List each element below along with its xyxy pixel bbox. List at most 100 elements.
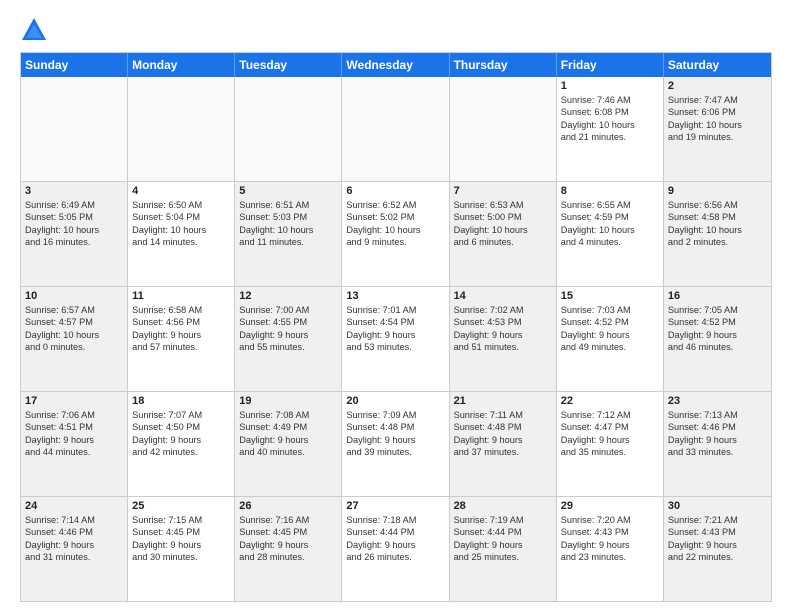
calendar-cell-1-5: 8 Sunrise: 6:55 AM Sunset: 4:59 PM Daylig… — [557, 182, 664, 286]
calendar-cell-2-3: 13 Sunrise: 7:01 AM Sunset: 4:54 PM Dayli… — [342, 287, 449, 391]
calendar-row-4: 24Sunrise: 7:14 AM Sunset: 4:46 PM Dayli… — [21, 496, 771, 601]
day-number: 30 — [668, 500, 767, 512]
cell-text: Sunrise: 7:02 AM Sunset: 4:53 PM Dayligh… — [454, 304, 552, 354]
cell-text: Sunrise: 7:03 AM Sunset: 4:52 PM Dayligh… — [561, 304, 659, 354]
logo — [20, 16, 52, 44]
weekday-header-sunday: Sunday — [21, 53, 128, 77]
cell-text: Sunrise: 7:09 AM Sunset: 4:48 PM Dayligh… — [346, 409, 444, 459]
calendar-header: SundayMondayTuesdayWednesdayThursdayFrid… — [21, 53, 771, 77]
calendar-cell-4-5: 29 Sunrise: 7:20 AM Sunset: 4:43 PM Dayli… — [557, 497, 664, 601]
day-number: 7 — [454, 185, 552, 197]
calendar-row-3: 17 Sunrise: 7:06 AM Sunset: 4:51 PM Dayli… — [21, 391, 771, 496]
calendar-body: 1 Sunrise: 7:46 AM Sunset: 6:08 PM Daylig… — [21, 77, 771, 601]
calendar-cell-0-4 — [450, 77, 557, 181]
calendar: SundayMondayTuesdayWednesdayThursdayFrid… — [20, 52, 772, 602]
cell-text: Sunrise: 7:05 AM Sunset: 4:52 PM Dayligh… — [668, 304, 767, 354]
day-number: 12 — [239, 290, 337, 302]
day-number: 16 — [668, 290, 767, 302]
day-number: 6 — [346, 185, 444, 197]
calendar-cell-1-2: 5 Sunrise: 6:51 AM Sunset: 5:03 PM Daylig… — [235, 182, 342, 286]
calendar-cell-2-0: 10 Sunrise: 6:57 AM Sunset: 4:57 PM Dayli… — [21, 287, 128, 391]
cell-text: Sunrise: 7:12 AM Sunset: 4:47 PM Dayligh… — [561, 409, 659, 459]
day-number: 13 — [346, 290, 444, 302]
cell-text: Sunrise: 7:21 AM Sunset: 4:43 PM Dayligh… — [668, 514, 767, 564]
cell-text: Sunrise: 6:52 AM Sunset: 5:02 PM Dayligh… — [346, 199, 444, 249]
day-number: 10 — [25, 290, 123, 302]
calendar-cell-3-3: 20 Sunrise: 7:09 AM Sunset: 4:48 PM Dayli… — [342, 392, 449, 496]
calendar-cell-3-2: 19Sunrise: 7:08 AM Sunset: 4:49 PM Dayli… — [235, 392, 342, 496]
calendar-cell-4-3: 27 Sunrise: 7:18 AM Sunset: 4:44 PM Dayli… — [342, 497, 449, 601]
day-number: 8 — [561, 185, 659, 197]
day-number: 17 — [25, 395, 123, 407]
calendar-cell-3-0: 17 Sunrise: 7:06 AM Sunset: 4:51 PM Dayli… — [21, 392, 128, 496]
calendar-cell-1-6: 9 Sunrise: 6:56 AM Sunset: 4:58 PM Daylig… — [664, 182, 771, 286]
day-number: 2 — [668, 80, 767, 92]
calendar-cell-0-0 — [21, 77, 128, 181]
weekday-header-thursday: Thursday — [450, 53, 557, 77]
calendar-cell-0-6: 2 Sunrise: 7:47 AM Sunset: 6:06 PM Daylig… — [664, 77, 771, 181]
calendar-row-1: 3 Sunrise: 6:49 AM Sunset: 5:05 PM Daylig… — [21, 181, 771, 286]
cell-text: Sunrise: 7:46 AM Sunset: 6:08 PM Dayligh… — [561, 94, 659, 144]
weekday-header-tuesday: Tuesday — [235, 53, 342, 77]
cell-text: Sunrise: 7:08 AM Sunset: 4:49 PM Dayligh… — [239, 409, 337, 459]
cell-text: Sunrise: 6:58 AM Sunset: 4:56 PM Dayligh… — [132, 304, 230, 354]
calendar-cell-4-1: 25Sunrise: 7:15 AM Sunset: 4:45 PM Dayli… — [128, 497, 235, 601]
calendar-cell-3-4: 21 Sunrise: 7:11 AM Sunset: 4:48 PM Dayli… — [450, 392, 557, 496]
calendar-cell-3-5: 22 Sunrise: 7:12 AM Sunset: 4:47 PM Dayli… — [557, 392, 664, 496]
day-number: 29 — [561, 500, 659, 512]
calendar-cell-0-3 — [342, 77, 449, 181]
cell-text: Sunrise: 7:16 AM Sunset: 4:45 PM Dayligh… — [239, 514, 337, 564]
day-number: 5 — [239, 185, 337, 197]
cell-text: Sunrise: 7:47 AM Sunset: 6:06 PM Dayligh… — [668, 94, 767, 144]
cell-text: Sunrise: 7:14 AM Sunset: 4:46 PM Dayligh… — [25, 514, 123, 564]
cell-text: Sunrise: 6:55 AM Sunset: 4:59 PM Dayligh… — [561, 199, 659, 249]
calendar-cell-2-1: 11 Sunrise: 6:58 AM Sunset: 4:56 PM Dayli… — [128, 287, 235, 391]
cell-text: Sunrise: 7:20 AM Sunset: 4:43 PM Dayligh… — [561, 514, 659, 564]
weekday-header-saturday: Saturday — [664, 53, 771, 77]
page: SundayMondayTuesdayWednesdayThursdayFrid… — [0, 0, 792, 612]
calendar-cell-1-4: 7 Sunrise: 6:53 AM Sunset: 5:00 PM Daylig… — [450, 182, 557, 286]
day-number: 25 — [132, 500, 230, 512]
logo-icon — [20, 16, 48, 44]
calendar-cell-4-2: 26Sunrise: 7:16 AM Sunset: 4:45 PM Dayli… — [235, 497, 342, 601]
cell-text: Sunrise: 6:53 AM Sunset: 5:00 PM Dayligh… — [454, 199, 552, 249]
cell-text: Sunrise: 7:11 AM Sunset: 4:48 PM Dayligh… — [454, 409, 552, 459]
calendar-cell-4-6: 30 Sunrise: 7:21 AM Sunset: 4:43 PM Dayli… — [664, 497, 771, 601]
day-number: 22 — [561, 395, 659, 407]
cell-text: Sunrise: 7:00 AM Sunset: 4:55 PM Dayligh… — [239, 304, 337, 354]
calendar-cell-2-2: 12 Sunrise: 7:00 AM Sunset: 4:55 PM Dayli… — [235, 287, 342, 391]
weekday-header-monday: Monday — [128, 53, 235, 77]
day-number: 21 — [454, 395, 552, 407]
calendar-cell-2-5: 15 Sunrise: 7:03 AM Sunset: 4:52 PM Dayli… — [557, 287, 664, 391]
cell-text: Sunrise: 7:07 AM Sunset: 4:50 PM Dayligh… — [132, 409, 230, 459]
day-number: 23 — [668, 395, 767, 407]
cell-text: Sunrise: 7:06 AM Sunset: 4:51 PM Dayligh… — [25, 409, 123, 459]
day-number: 27 — [346, 500, 444, 512]
cell-text: Sunrise: 6:51 AM Sunset: 5:03 PM Dayligh… — [239, 199, 337, 249]
cell-text: Sunrise: 6:57 AM Sunset: 4:57 PM Dayligh… — [25, 304, 123, 354]
day-number: 11 — [132, 290, 230, 302]
weekday-header-friday: Friday — [557, 53, 664, 77]
calendar-cell-1-1: 4Sunrise: 6:50 AM Sunset: 5:04 PM Daylig… — [128, 182, 235, 286]
cell-text: Sunrise: 6:56 AM Sunset: 4:58 PM Dayligh… — [668, 199, 767, 249]
cell-text: Sunrise: 6:49 AM Sunset: 5:05 PM Dayligh… — [25, 199, 123, 249]
day-number: 15 — [561, 290, 659, 302]
cell-text: Sunrise: 7:13 AM Sunset: 4:46 PM Dayligh… — [668, 409, 767, 459]
header — [20, 16, 772, 44]
calendar-row-2: 10 Sunrise: 6:57 AM Sunset: 4:57 PM Dayli… — [21, 286, 771, 391]
cell-text: Sunrise: 7:18 AM Sunset: 4:44 PM Dayligh… — [346, 514, 444, 564]
calendar-cell-1-3: 6 Sunrise: 6:52 AM Sunset: 5:02 PM Daylig… — [342, 182, 449, 286]
weekday-header-wednesday: Wednesday — [342, 53, 449, 77]
calendar-cell-4-0: 24Sunrise: 7:14 AM Sunset: 4:46 PM Dayli… — [21, 497, 128, 601]
day-number: 14 — [454, 290, 552, 302]
calendar-cell-2-4: 14 Sunrise: 7:02 AM Sunset: 4:53 PM Dayli… — [450, 287, 557, 391]
day-number: 1 — [561, 80, 659, 92]
cell-text: Sunrise: 6:50 AM Sunset: 5:04 PM Dayligh… — [132, 199, 230, 249]
calendar-cell-0-5: 1 Sunrise: 7:46 AM Sunset: 6:08 PM Daylig… — [557, 77, 664, 181]
day-number: 9 — [668, 185, 767, 197]
day-number: 20 — [346, 395, 444, 407]
calendar-cell-1-0: 3 Sunrise: 6:49 AM Sunset: 5:05 PM Daylig… — [21, 182, 128, 286]
day-number: 3 — [25, 185, 123, 197]
cell-text: Sunrise: 7:01 AM Sunset: 4:54 PM Dayligh… — [346, 304, 444, 354]
calendar-cell-0-2 — [235, 77, 342, 181]
